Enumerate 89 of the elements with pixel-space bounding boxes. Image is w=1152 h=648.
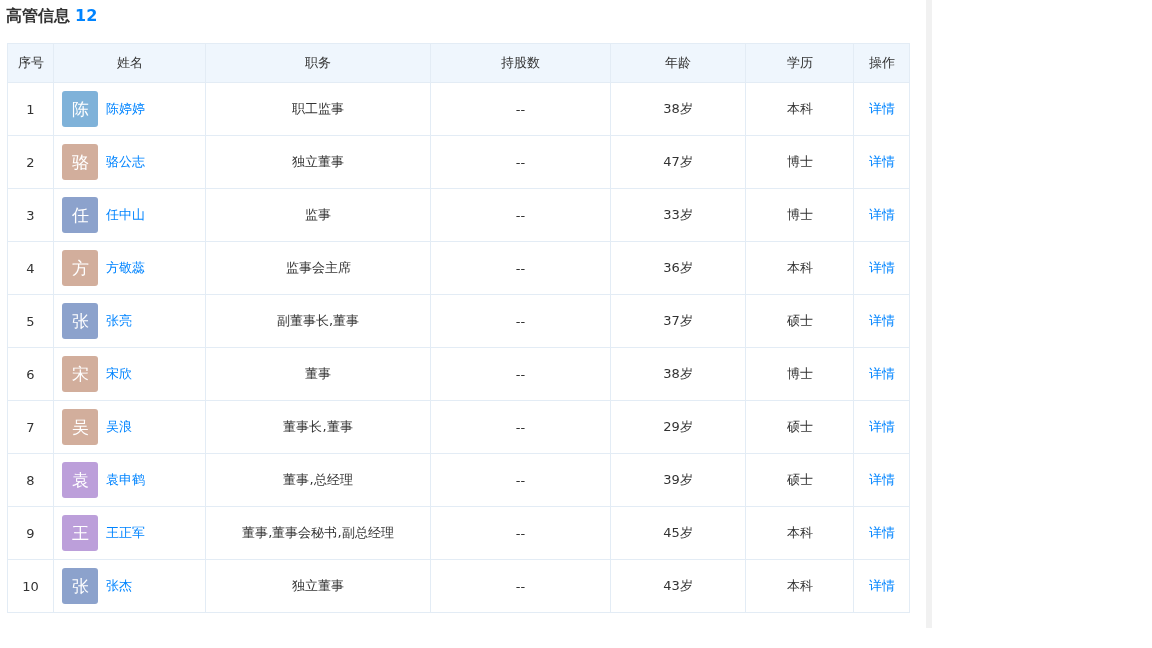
table-cell: --: [431, 454, 611, 507]
table-cell: 47岁: [611, 136, 746, 189]
details-link[interactable]: 详情: [868, 524, 895, 542]
table-cell: 10: [8, 560, 54, 613]
person-link[interactable]: 张杰: [106, 577, 132, 595]
details-link[interactable]: 详情: [868, 100, 895, 118]
person-link[interactable]: 张亮: [106, 312, 132, 330]
person-link[interactable]: 方敬蕊: [106, 259, 145, 277]
column-header: 姓名: [54, 44, 206, 83]
details-link[interactable]: 详情: [868, 577, 895, 595]
table-cell: 董事长,董事: [206, 401, 431, 454]
table-cell: 副董事长,董事: [206, 295, 431, 348]
avatar: 方: [62, 250, 98, 286]
table-cell: 本科: [746, 507, 854, 560]
table-cell: 博士: [746, 348, 854, 401]
table-cell: 硕士: [746, 295, 854, 348]
table-cell: 董事: [206, 348, 431, 401]
table-cell: 37岁: [611, 295, 746, 348]
table-cell: 硕士: [746, 454, 854, 507]
table-cell: 33岁: [611, 189, 746, 242]
person-link[interactable]: 吴浪: [106, 418, 132, 436]
table-cell: 6: [8, 348, 54, 401]
column-header: 序号: [8, 44, 54, 83]
person-link[interactable]: 陈婷婷: [106, 100, 145, 118]
table-cell: 监事: [206, 189, 431, 242]
table-cell: 本科: [746, 560, 854, 613]
column-header: 持股数: [431, 44, 611, 83]
table-cell: --: [431, 295, 611, 348]
details-link[interactable]: 详情: [868, 471, 895, 489]
table-cell: 独立董事: [206, 136, 431, 189]
table-cell: 2: [8, 136, 54, 189]
table-cell: --: [431, 242, 611, 295]
table-cell: --: [431, 83, 611, 136]
table-cell: 职工监事: [206, 83, 431, 136]
table-cell: 博士: [746, 189, 854, 242]
table-cell: --: [431, 189, 611, 242]
column-header: 年龄: [611, 44, 746, 83]
table-cell: 3: [8, 189, 54, 242]
table-cell: 43岁: [611, 560, 746, 613]
table-cell: 29岁: [611, 401, 746, 454]
person-link[interactable]: 任中山: [106, 206, 145, 224]
table-cell: 1: [8, 83, 54, 136]
table-cell: 监事会主席: [206, 242, 431, 295]
avatar: 张: [62, 303, 98, 339]
table-cell: 39岁: [611, 454, 746, 507]
details-link[interactable]: 详情: [868, 259, 895, 277]
column-header: 学历: [746, 44, 854, 83]
avatar: 王: [62, 515, 98, 551]
table-cell: --: [431, 348, 611, 401]
avatar: 袁: [62, 462, 98, 498]
column-header: 操作: [854, 44, 910, 83]
table-cell: 38岁: [611, 83, 746, 136]
table-cell: 硕士: [746, 401, 854, 454]
table-cell: 8: [8, 454, 54, 507]
table-cell: --: [431, 136, 611, 189]
person-link[interactable]: 宋欣: [106, 365, 132, 383]
avatar: 宋: [62, 356, 98, 392]
avatar: 张: [62, 568, 98, 604]
table-cell: 4: [8, 242, 54, 295]
column-header: 职务: [206, 44, 431, 83]
table-cell: 36岁: [611, 242, 746, 295]
avatar: 陈: [62, 91, 98, 127]
count: 12: [75, 6, 98, 25]
details-link[interactable]: 详情: [868, 206, 895, 224]
person-link[interactable]: 骆公志: [106, 153, 145, 171]
table-cell: 董事,董事会秘书,副总经理: [206, 507, 431, 560]
table-cell: 本科: [746, 242, 854, 295]
table-cell: 45岁: [611, 507, 746, 560]
section-title: 高管信息: [6, 6, 70, 27]
table-cell: 独立董事: [206, 560, 431, 613]
details-link[interactable]: 详情: [868, 365, 895, 383]
table-cell: --: [431, 507, 611, 560]
person-link[interactable]: 王正军: [106, 524, 145, 542]
person-link[interactable]: 袁申鹤: [106, 471, 145, 489]
table-cell: --: [431, 401, 611, 454]
avatar: 骆: [62, 144, 98, 180]
table-cell: --: [431, 560, 611, 613]
details-link[interactable]: 详情: [868, 418, 895, 436]
table-cell: 7: [8, 401, 54, 454]
avatar: 吴: [62, 409, 98, 445]
table-cell: 博士: [746, 136, 854, 189]
table-cell: 董事,总经理: [206, 454, 431, 507]
table-cell: 38岁: [611, 348, 746, 401]
table-cell: 9: [8, 507, 54, 560]
details-link[interactable]: 详情: [868, 153, 895, 171]
table-cell: 本科: [746, 83, 854, 136]
details-link[interactable]: 详情: [868, 312, 895, 330]
avatar: 任: [62, 197, 98, 233]
table-cell: 5: [8, 295, 54, 348]
